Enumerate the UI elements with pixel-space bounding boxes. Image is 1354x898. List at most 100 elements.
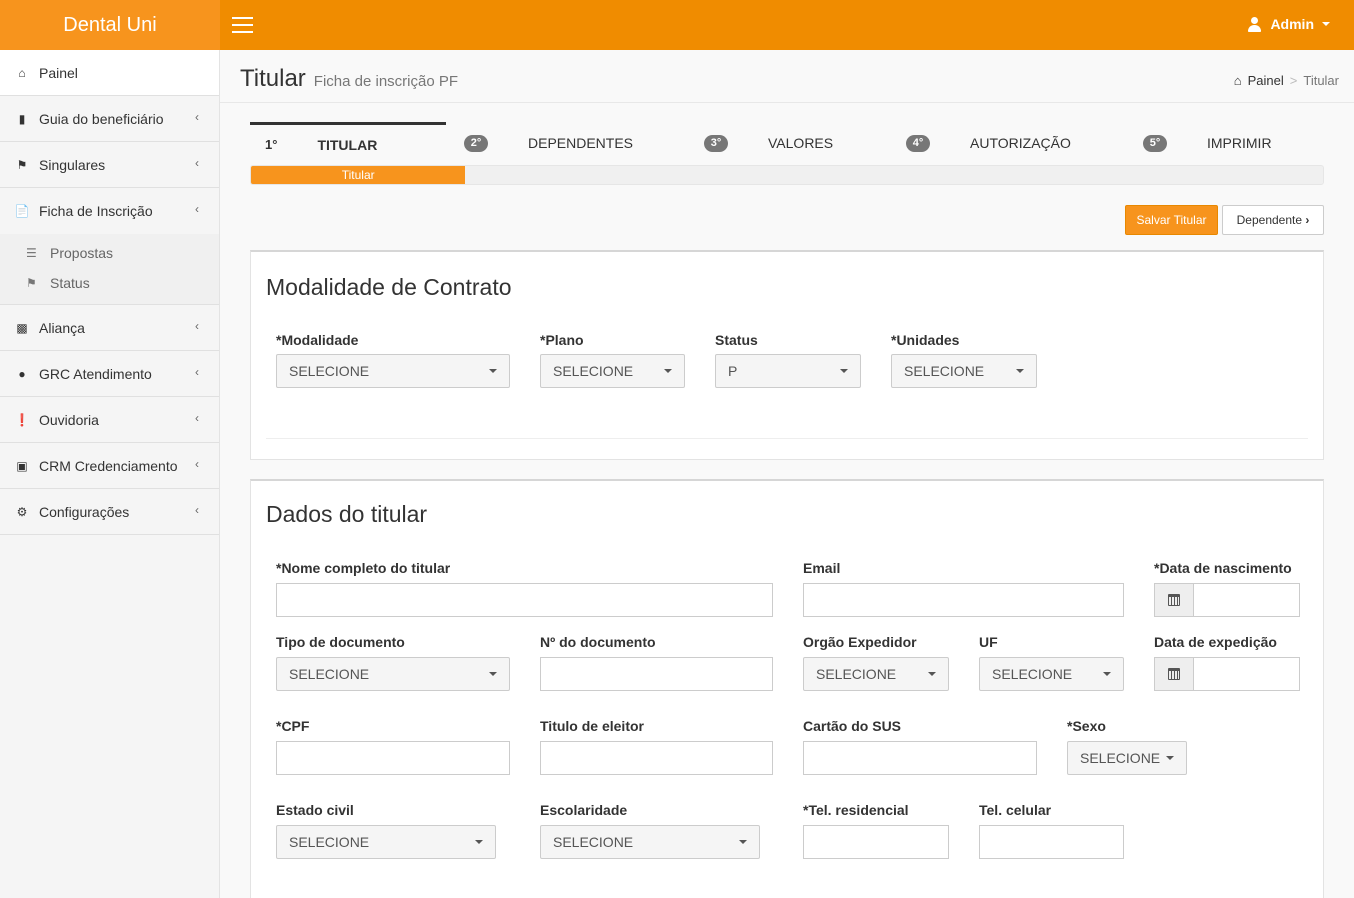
breadcrumb-current: Titular [1303,73,1339,88]
select-value: SELECIONE [1080,750,1161,766]
estado-civil-select[interactable]: SELECIONE [276,825,496,859]
chevron-right-icon: › [1305,213,1310,227]
nome-input[interactable] [276,583,773,617]
nascimento-label: *Data de nascimento [1154,560,1292,576]
sidebar-item-ficha[interactable]: 📄 Ficha de Inscrição ‹ [0,188,219,234]
wizard-step-titular[interactable]: 1° TITULAR [250,122,446,164]
wizard-step-badge: 3° [704,134,728,152]
expedicao-input[interactable] [1193,657,1300,691]
escolaridade-select[interactable]: SELECIONE [540,825,760,859]
sus-input[interactable] [803,741,1037,775]
select-value: SELECIONE [904,363,985,379]
nascimento-input[interactable] [1193,583,1300,617]
uf-select[interactable]: SELECIONE [979,657,1124,691]
escolaridade-label: Escolaridade [540,802,628,818]
bookmark-icon: ⚑ [16,157,28,172]
submenu-item-propostas[interactable]: ☰ Propostas [0,238,219,268]
caret-down-icon [928,672,936,676]
nascimento-calendar-button[interactable] [1154,583,1194,617]
submenu-item-status[interactable]: ⚑ Status [0,268,219,298]
wizard-step-dependentes[interactable]: 2° DEPENDENTES [464,122,694,164]
breadcrumb: ⌂ Painel > Titular [1234,73,1339,88]
panel-title: Modalidade de Contrato [266,274,512,300]
sidebar-item-label: Ouvidoria [39,411,99,428]
sidebar-item-label: Configurações [39,503,130,520]
sidebar-item-label: Guia do beneficiário [39,110,164,127]
menu-toggle-icon[interactable] [232,17,253,33]
caret-down-icon [475,840,483,844]
sidebar-item-label: Ficha de Inscrição [39,203,153,219]
email-label: Email [803,560,841,576]
select-value: SELECIONE [553,363,634,379]
sidebar-item-singulares[interactable]: ⚑ Singulares ‹ [0,142,219,188]
wizard-step-label: TITULAR [317,136,378,153]
expedicao-label: Data de expedição [1154,634,1277,650]
caret-down-icon [1016,369,1024,373]
next-button-label: Dependente [1236,213,1303,227]
tel-res-input[interactable] [803,825,949,859]
tipo-doc-select[interactable]: SELECIONE [276,657,510,691]
unidades-select[interactable]: SELECIONE [891,354,1037,388]
book-icon: ▮ [18,111,26,126]
nome-label: *Nome completo do titular [276,560,451,576]
wizard-step-imprimir[interactable]: 5° IMPRIMIR [1143,122,1324,164]
chevron-left-icon: ‹ [195,110,199,124]
wizard-progress: Titular [250,165,1324,185]
plano-select[interactable]: SELECIONE [540,354,685,388]
list-icon: ☰ [26,246,37,260]
titulo-label: Titulo de eleitor [540,718,644,734]
status-select[interactable]: P [715,354,861,388]
sexo-select[interactable]: SELECIONE [1067,741,1187,775]
breadcrumb-home-link[interactable]: Painel [1248,73,1284,88]
sidebar-item-crm[interactable]: ▣ CRM Credenciamento ‹ [0,443,219,489]
sidebar: ⌂ Painel ▮ Guia do beneficiário ‹ ⚑ Sing… [0,50,220,898]
status-label: Status [715,332,758,348]
caret-down-icon [1103,672,1111,676]
sexo-label: *Sexo [1067,718,1106,734]
select-value: SELECIONE [992,666,1073,682]
modalidade-select[interactable]: SELECIONE [276,354,510,388]
contract-panel: Modalidade de Contrato *Modalidade SELEC… [250,250,1324,460]
wizard-step-badge: 5° [1143,134,1167,152]
titulo-input[interactable] [540,741,773,775]
toolbox-icon: ▣ [16,458,28,473]
select-value: P [728,363,738,379]
wizard-step-autorizacao[interactable]: 4° AUTORIZAÇÃO [906,122,1126,164]
caret-down-icon [1322,22,1330,26]
orgao-label: Orgão Expedidor [803,634,917,650]
submenu-item-label: Status [50,275,90,291]
holder-panel: Dados do titular *Nome completo do titul… [250,479,1324,898]
email-input[interactable] [803,583,1124,617]
expedicao-calendar-button[interactable] [1154,657,1194,691]
sidebar-item-label: Painel [39,64,78,81]
wizard-step-label: AUTORIZAÇÃO [970,135,1071,151]
caret-down-icon [489,672,497,676]
chevron-left-icon: ‹ [195,411,199,425]
tel-cel-label: Tel. celular [979,802,1052,818]
brand-logo[interactable]: Dental Uni [0,0,220,50]
sidebar-item-configuracoes[interactable]: ⚙ Configurações ‹ [0,489,219,535]
sidebar-item-painel[interactable]: ⌂ Painel [0,50,219,96]
chevron-left-icon: ‹ [195,365,199,379]
comment-icon: ● [18,366,26,381]
save-titular-button[interactable]: Salvar Titular [1125,205,1218,235]
select-value: SELECIONE [289,834,370,850]
wizard-step-valores[interactable]: 3° VALORES [704,122,884,164]
sidebar-item-ouvidoria[interactable]: ❗ Ouvidoria ‹ [0,397,219,443]
next-dependente-button[interactable]: Dependente › [1222,205,1324,235]
caret-down-icon [489,369,497,373]
user-menu[interactable]: Admin [1247,16,1330,32]
calendar-icon [1168,668,1180,680]
sidebar-item-guia[interactable]: ▮ Guia do beneficiário ‹ [0,96,219,142]
cpf-input[interactable] [276,741,510,775]
orgao-select[interactable]: SELECIONE [803,657,949,691]
sidebar-item-grc[interactable]: ● GRC Atendimento ‹ [0,351,219,397]
calendar-icon [1168,594,1180,606]
gears-icon: ⚙ [16,504,28,519]
tel-cel-input[interactable] [979,825,1124,859]
sidebar-item-label: Singulares [39,156,106,173]
sidebar-item-alianca[interactable]: ▩ Aliança ‹ [0,305,219,351]
wizard-step-label: VALORES [768,135,834,151]
chevron-left-icon: ‹ [195,319,199,333]
num-doc-input[interactable] [540,657,773,691]
